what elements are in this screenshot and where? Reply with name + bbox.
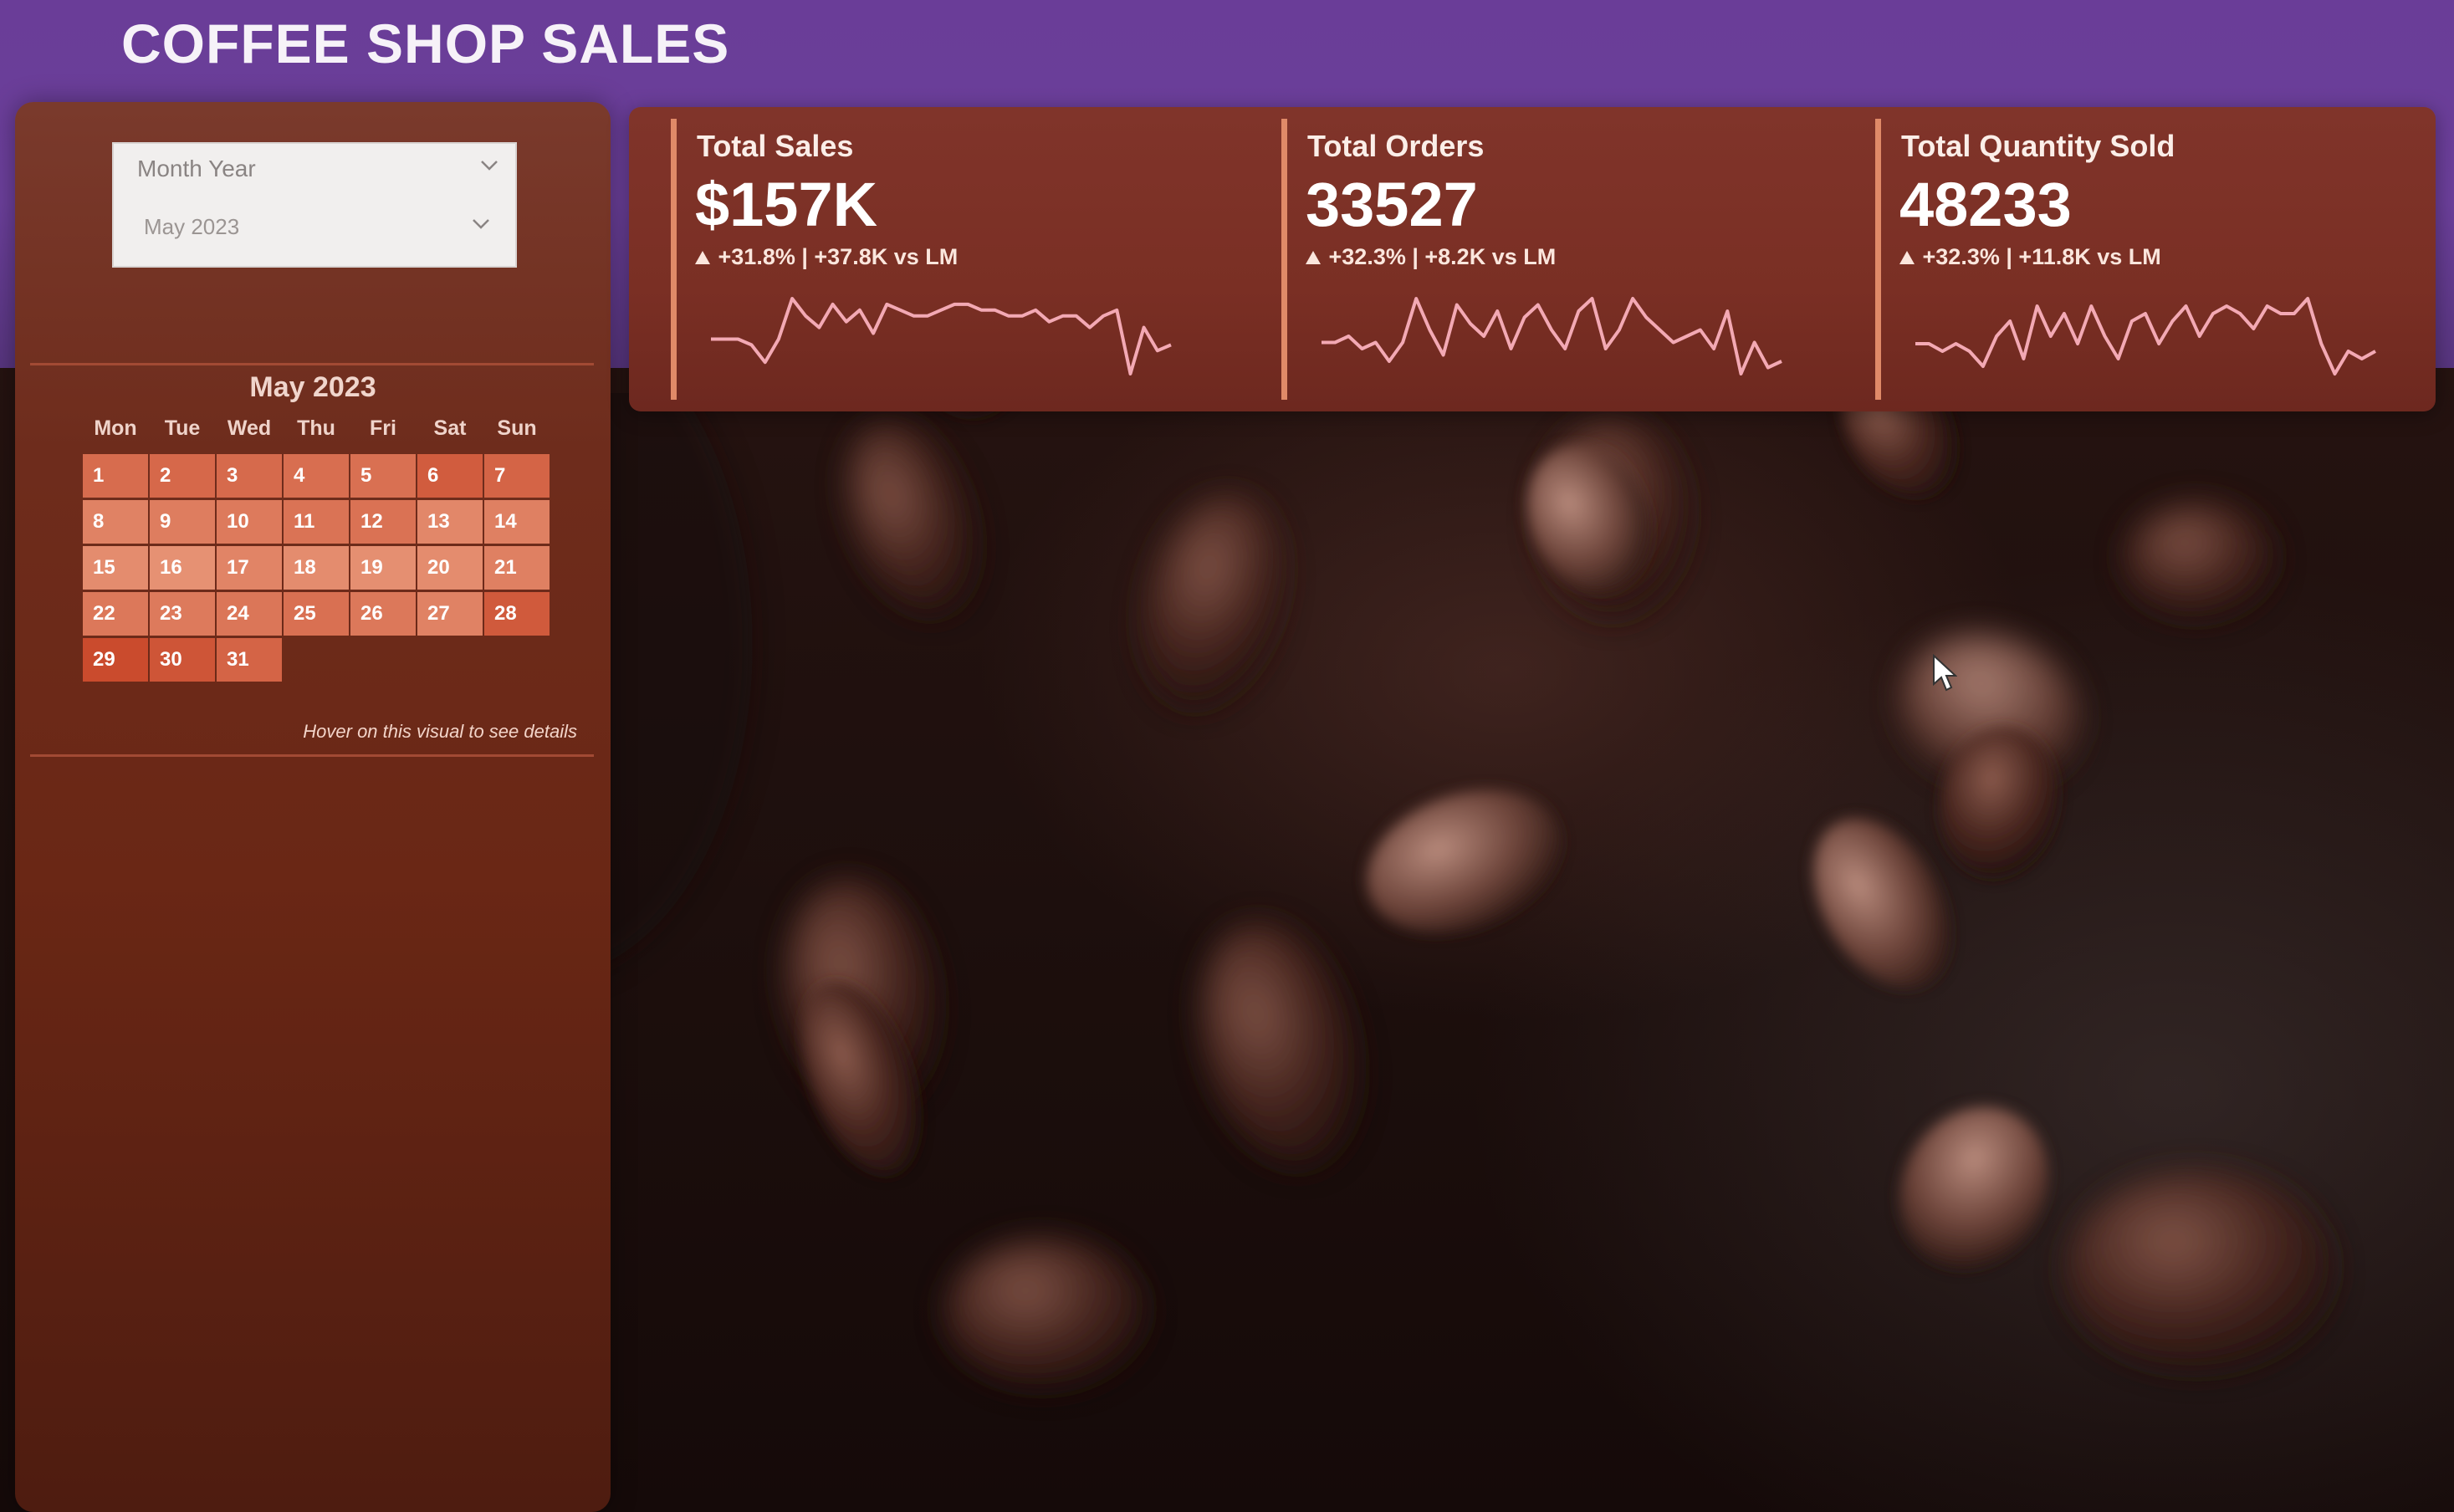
calendar-day-cell[interactable]: 10 xyxy=(217,500,282,544)
kpi-value: $157K xyxy=(695,170,878,239)
calendar-day-cell[interactable]: 4 xyxy=(284,454,349,498)
slicer-label: Month Year xyxy=(137,156,256,181)
weekday-label: Wed xyxy=(227,416,272,440)
kpi-delta: +32.3% | +11.8K vs LM xyxy=(1898,244,2161,270)
calendar-day-cell[interactable]: 17 xyxy=(217,546,282,590)
sparkline-chart xyxy=(1322,297,1782,375)
calendar-day-cell[interactable]: 26 xyxy=(350,592,416,636)
kpi-name: Total Orders xyxy=(1307,129,1485,163)
coffee-beans-image xyxy=(335,206,2454,1512)
calendar-day-cell[interactable]: 6 xyxy=(417,454,483,498)
slicer-selected-value[interactable]: May 2023 xyxy=(144,214,239,240)
kpi-name: Total Quantity Sold xyxy=(1901,129,2175,163)
calendar-day-cell[interactable]: 9 xyxy=(150,500,215,544)
kpi-delta: +32.3% | +8.2K vs LM xyxy=(1304,244,1556,270)
calendar-day-cell[interactable]: 30 xyxy=(150,638,215,682)
kpi-card-total-quantity-sold[interactable]: Total Quantity Sold 48233 +32.3% | +11.8… xyxy=(1875,119,2411,400)
calendar-day-cell[interactable]: 15 xyxy=(83,546,148,590)
calendar-day-cell[interactable]: 25 xyxy=(284,592,349,636)
weekday-label: Fri xyxy=(370,416,396,440)
calendar-day-cell[interactable]: 31 xyxy=(217,638,282,682)
filter-panel: Month Year May 2023 May 2023 Mon Tue Wed Th… xyxy=(15,102,611,1512)
mouse-pointer-icon xyxy=(1933,654,1957,692)
calendar-day-cell[interactable]: 19 xyxy=(350,546,416,590)
triangle-up-icon xyxy=(695,251,710,264)
calendar-day-cell[interactable]: 18 xyxy=(284,546,349,590)
calendar-title: May 2023 xyxy=(249,371,376,403)
weekday-label: Sat xyxy=(433,416,467,440)
calendar-day-cell[interactable]: 28 xyxy=(484,592,550,636)
calendar-day-cell[interactable]: 24 xyxy=(217,592,282,636)
chevron-down-icon[interactable] xyxy=(472,214,490,232)
calendar-day-cell[interactable]: 12 xyxy=(350,500,416,544)
triangle-up-icon xyxy=(1306,251,1321,264)
calendar-day-cell[interactable]: 14 xyxy=(484,500,550,544)
month-year-slicer[interactable]: Month Year May 2023 xyxy=(112,142,517,268)
calendar-day-cell[interactable]: 2 xyxy=(150,454,215,498)
kpi-value: 48233 xyxy=(1899,170,2072,239)
calendar-day-cell[interactable]: 16 xyxy=(150,546,215,590)
calendar-day-cell[interactable]: 13 xyxy=(417,500,483,544)
sparkline-series xyxy=(711,297,1172,375)
calendar-day-cell[interactable]: 27 xyxy=(417,592,483,636)
weekday-label: Tue xyxy=(164,416,201,440)
kpi-card-total-orders[interactable]: Total Orders 33527 +32.3% | +8.2K vs LM xyxy=(1281,119,1867,400)
calendar-day-cell[interactable]: 23 xyxy=(150,592,215,636)
hover-hint: Hover on this visual to see details xyxy=(303,721,577,742)
calendar-heatmap[interactable]: Mon Tue Wed Thu Fri Sat Sun 1 2 3 4 5 6 7 8 9 10 11 12 13 14… xyxy=(82,416,562,683)
weekday-label: Thu xyxy=(297,416,335,440)
calendar-day-cell[interactable]: 3 xyxy=(217,454,282,498)
weekday-label: Sun xyxy=(497,416,537,440)
kpi-delta-text: +32.3% | +8.2K vs LM xyxy=(1328,244,1557,269)
calendar-day-cell[interactable]: 11 xyxy=(284,500,349,544)
calendar-day-cell[interactable]: 20 xyxy=(417,546,483,590)
sparkline-series xyxy=(1915,297,2376,375)
weekday-label: Mon xyxy=(94,416,137,440)
kpi-name: Total Sales xyxy=(697,129,854,163)
calendar-day-cell[interactable]: 5 xyxy=(350,454,416,498)
dashboard-screen: COFFEE SHOP SALES Month Year May 2023 Ma… xyxy=(0,0,2454,1512)
sparkline-chart xyxy=(711,297,1172,375)
calendar-day-cell[interactable]: 7 xyxy=(484,454,550,498)
triangle-up-icon xyxy=(1899,251,1915,264)
kpi-delta-text: +32.3% | +11.8K vs LM xyxy=(1922,244,2161,269)
calendar-day-cell[interactable]: 21 xyxy=(484,546,550,590)
chevron-down-icon[interactable] xyxy=(480,156,498,174)
calendar-day-cell[interactable]: 8 xyxy=(83,500,148,544)
calendar-day-cell[interactable]: 1 xyxy=(83,454,148,498)
calendar-day-cell[interactable]: 22 xyxy=(83,592,148,636)
sparkline-chart xyxy=(1915,297,2376,375)
sparkline-series xyxy=(1322,297,1782,375)
kpi-strip: Total Sales $157K +31.8% | +37.8K vs LM … xyxy=(629,107,2436,411)
calendar-day-cell[interactable]: 29 xyxy=(83,638,148,682)
kpi-value: 33527 xyxy=(1306,170,1478,239)
kpi-delta-text: +31.8% | +37.8K vs LM xyxy=(718,244,959,269)
kpi-card-total-sales[interactable]: Total Sales $157K +31.8% | +37.8K vs LM xyxy=(671,119,1256,400)
divider xyxy=(30,754,594,757)
page-title: COFFEE SHOP SALES xyxy=(121,13,730,74)
divider xyxy=(30,363,594,365)
kpi-delta: +31.8% | +37.8K vs LM xyxy=(693,244,958,270)
